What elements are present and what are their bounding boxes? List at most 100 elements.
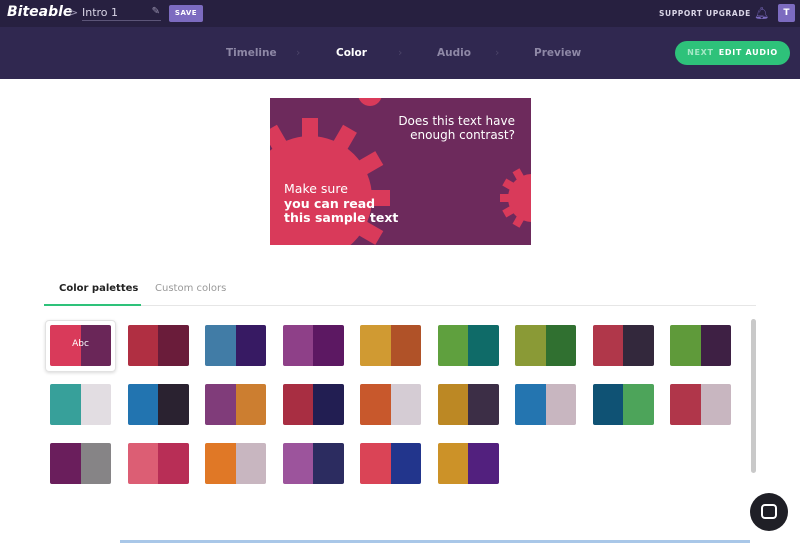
palette-color-1 — [127, 325, 158, 366]
palette-swatch[interactable] — [670, 325, 731, 366]
palette-color-2 — [390, 443, 421, 484]
palette-color-1 — [282, 443, 313, 484]
color-preview: Does this text have enough contrast? Mak… — [270, 98, 531, 245]
step-preview[interactable]: Preview — [534, 47, 581, 59]
step-timeline[interactable]: Timeline — [226, 47, 277, 59]
preview-line-1: Make sure — [284, 181, 348, 196]
palette-swatch[interactable] — [205, 325, 266, 366]
preview-question: Does this text have enough contrast? — [398, 114, 515, 142]
palette-color-2 — [468, 443, 499, 484]
step-audio[interactable]: Audio — [437, 47, 471, 59]
chat-icon — [761, 504, 777, 519]
support-link[interactable]: SUPPORT — [659, 9, 703, 18]
palette-color-1 — [50, 443, 81, 484]
palette-color-2 — [235, 325, 266, 366]
palette-color-2 — [700, 384, 731, 425]
logo[interactable]: Biteable — [7, 4, 72, 20]
palette-color-2 — [235, 384, 266, 425]
next-edit-audio-button[interactable]: NEXT EDIT AUDIO — [675, 41, 790, 65]
palette-color-1 — [127, 384, 158, 425]
tab-color-palettes[interactable]: Color palettes — [59, 283, 138, 294]
top-bar: Biteable > Intro 1 ✎ SAVE SUPPORT UPGRADE… — [0, 0, 800, 27]
palette-sample-label: Abc — [72, 339, 89, 349]
palette-color-2 — [80, 384, 111, 425]
project-title: Intro 1 — [82, 6, 119, 19]
palette-swatch[interactable] — [282, 443, 344, 484]
palette-color-1 — [282, 325, 313, 366]
palette-swatch[interactable] — [360, 325, 421, 366]
palette-swatch[interactable] — [360, 384, 421, 425]
palette-color-1 — [670, 384, 701, 425]
palette-color-2 — [313, 384, 344, 425]
palette-color-1 — [360, 384, 391, 425]
palette-swatch[interactable] — [282, 325, 344, 366]
palette-swatch[interactable] — [515, 384, 576, 425]
preview-line-2: you can read — [284, 195, 376, 211]
palette-swatch[interactable] — [592, 384, 654, 425]
palette-swatch[interactable] — [50, 384, 111, 425]
active-tab-indicator — [44, 304, 141, 306]
preview-sample-text: Make sure you can read this sample text — [284, 181, 399, 226]
palette-color-2 — [545, 384, 576, 425]
palette-color-2 — [158, 325, 189, 366]
palette-color-2 — [623, 325, 654, 366]
palette-color-1 — [515, 384, 546, 425]
palette-swatch[interactable] — [127, 384, 189, 425]
palette-swatch[interactable] — [437, 384, 499, 425]
avatar[interactable]: T — [778, 4, 795, 22]
palette-color-2 — [313, 443, 344, 484]
next-label: EDIT AUDIO — [718, 48, 778, 57]
palette-color-1 — [437, 325, 468, 366]
chevron-right-icon: › — [398, 46, 403, 59]
palette-color-2 — [468, 384, 499, 425]
chevron-right-icon: › — [495, 46, 500, 59]
tab-custom-colors[interactable]: Custom colors — [155, 283, 226, 294]
palette-swatch[interactable] — [205, 384, 266, 425]
upgrade-link[interactable]: UPGRADE — [706, 9, 751, 18]
palette-swatch[interactable] — [437, 443, 499, 484]
palette-swatch[interactable] — [282, 384, 344, 425]
palette-swatch[interactable] — [360, 443, 421, 484]
palette-swatch[interactable] — [515, 325, 576, 366]
palette-color-1 — [437, 384, 468, 425]
palette-swatch[interactable] — [670, 384, 731, 425]
save-button[interactable]: SAVE — [169, 5, 203, 22]
palette-color-2 — [313, 325, 344, 366]
palette-color-1 — [670, 325, 701, 366]
scrollbar[interactable] — [751, 319, 756, 473]
palette-color-2 — [235, 443, 266, 484]
palette-color-1 — [127, 443, 158, 484]
palette-tabs: Color palettes Custom colors — [44, 274, 756, 306]
palette-swatch[interactable] — [50, 443, 111, 484]
palette-color-1 — [592, 384, 623, 425]
palette-color-2 — [390, 384, 421, 425]
next-prefix: NEXT — [687, 48, 714, 57]
palette-color-2 — [158, 384, 189, 425]
breadcrumb-separator: > — [69, 6, 79, 19]
palette-color-1 — [515, 325, 546, 366]
palette-color-2 — [158, 443, 189, 484]
palette-color-1 — [437, 443, 468, 484]
palette-color-1 — [205, 384, 236, 425]
palette-color-1 — [205, 325, 236, 366]
palette-swatch[interactable] — [437, 325, 499, 366]
preview-line-3: this sample text — [284, 210, 399, 225]
palette-swatch[interactable] — [592, 325, 654, 366]
palette-swatch[interactable] — [205, 443, 266, 484]
step-color[interactable]: Color — [336, 47, 367, 59]
palette-swatch[interactable]: Abc — [50, 325, 111, 366]
chat-button[interactable] — [750, 493, 788, 531]
palette-color-2 — [468, 325, 499, 366]
palette-color-1 — [205, 443, 236, 484]
pencil-icon[interactable]: ✎ — [152, 6, 160, 17]
project-title-input[interactable]: Intro 1 ✎ — [82, 4, 161, 21]
chevron-right-icon: › — [296, 46, 301, 59]
step-nav: Timeline › Color › Audio › Preview NEXT E… — [0, 27, 800, 79]
palette-color-1 — [592, 325, 623, 366]
palette-color-2 — [390, 325, 421, 366]
palette-color-2 — [700, 325, 731, 366]
palette-swatch[interactable] — [127, 325, 189, 366]
bell-icon[interactable]: 🔔︎ — [754, 6, 769, 20]
palette-swatch[interactable] — [127, 443, 189, 484]
palette-color-1 — [360, 325, 391, 366]
